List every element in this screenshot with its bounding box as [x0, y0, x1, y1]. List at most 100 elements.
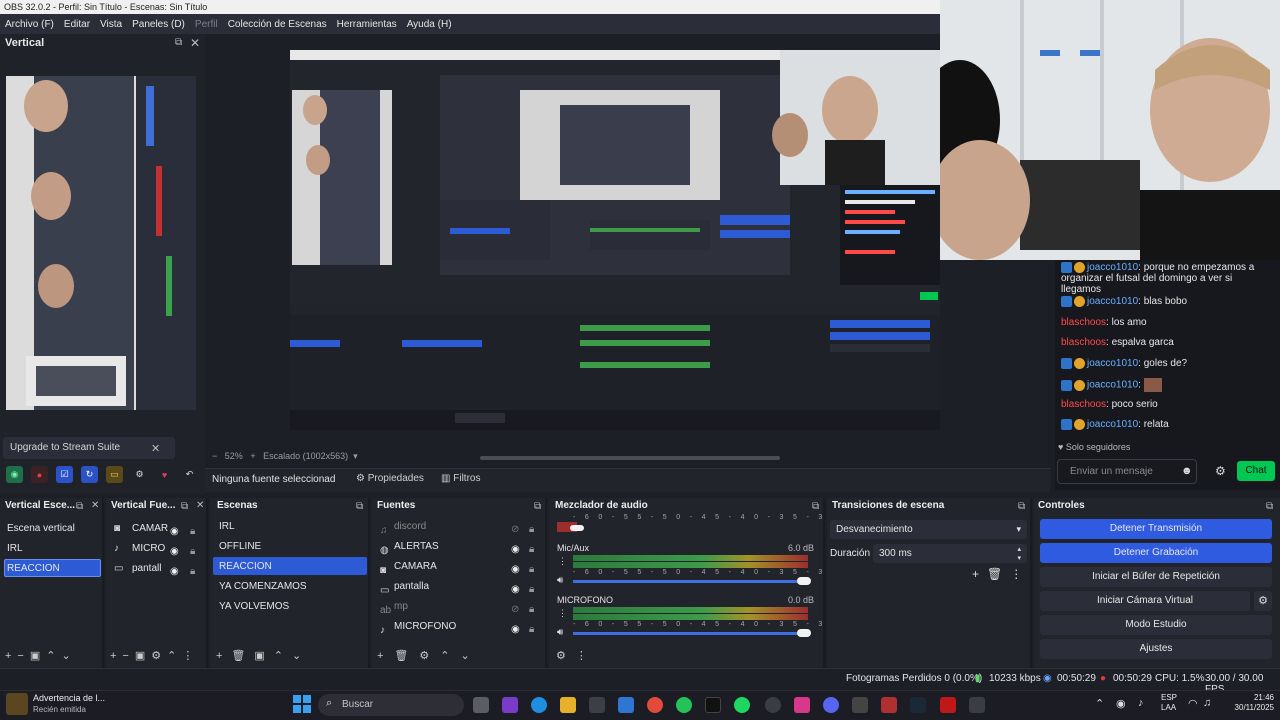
settings-button[interactable]: Ajustes [1040, 639, 1272, 659]
more-icon[interactable]: ⋮ [558, 608, 567, 619]
menu-archivo[interactable]: Archivo (F) [0, 19, 59, 30]
edge-icon[interactable] [531, 697, 547, 713]
duration-input[interactable]: 300 ms ▴ ▾ [873, 544, 1027, 563]
mixer-toolbar[interactable]: ⚙⋮ [556, 649, 597, 662]
chat-username[interactable]: blaschoos [1061, 399, 1106, 410]
whatsapp-icon[interactable] [676, 697, 692, 713]
undock-icon[interactable]: ⧉ [1018, 501, 1025, 512]
chat-username[interactable]: joacco1010 [1087, 419, 1138, 430]
notification-title[interactable]: Advertencia de l... [33, 693, 105, 703]
chat-username[interactable]: joacco1010 [1087, 358, 1138, 369]
steam-icon[interactable] [910, 697, 926, 713]
undock-icon[interactable]: ⧉ [181, 501, 188, 512]
app-icon[interactable] [852, 697, 868, 713]
preview-scrollbar[interactable] [480, 456, 780, 460]
volume-slider[interactable] [573, 632, 808, 635]
eye-icon[interactable]: ◉ [170, 526, 179, 537]
source-item[interactable]: discord [394, 521, 426, 532]
virtual-camera-button[interactable]: Iniciar Cámara Virtual [1040, 591, 1250, 611]
scene-item[interactable]: OFFLINE [219, 541, 261, 552]
more-icon[interactable]: ⋮ [558, 556, 567, 567]
tiktok-icon[interactable] [705, 697, 721, 713]
eye-icon[interactable]: ◉ [511, 624, 520, 635]
lock-icon[interactable]: 🔒︎ [190, 566, 195, 577]
vertical-scene-item[interactable]: REACCION [7, 563, 60, 574]
speaker-icon[interactable]: 🔊︎ [557, 575, 563, 586]
vertical-preview[interactable] [6, 76, 196, 410]
undock-icon[interactable]: ⧉ [356, 501, 363, 512]
undock-icon[interactable]: ⧉ [534, 501, 541, 512]
sources-toolbar[interactable]: +🗑︎⚙⌃⌄ [377, 649, 481, 662]
vertical-scene-item[interactable]: IRL [7, 543, 23, 554]
tray-chevron-icon[interactable]: ⌃ [1095, 697, 1104, 710]
notification-icon[interactable] [6, 693, 28, 715]
app-icon[interactable] [940, 697, 956, 713]
volume-icon[interactable]: ♫ [1203, 697, 1211, 709]
app-icon[interactable] [618, 697, 634, 713]
menu-vista[interactable]: Vista [95, 19, 127, 30]
volume-slider[interactable] [573, 580, 808, 583]
chevron-down-icon[interactable]: ▾ [353, 451, 358, 461]
eye-icon[interactable]: ◉ [511, 584, 520, 595]
microphone-tray-icon[interactable]: ♪ [1138, 697, 1144, 709]
heart-icon[interactable]: ♥ [156, 466, 173, 483]
app-icon[interactable] [881, 697, 897, 713]
chat-username[interactable]: joacco1010 [1087, 380, 1138, 391]
spotify-icon[interactable] [734, 697, 750, 713]
chrome-icon[interactable] [647, 697, 663, 713]
undock-icon[interactable]: ⧉ [175, 37, 182, 48]
source-item[interactable]: ALERTAS [394, 541, 439, 552]
task-view-icon[interactable] [473, 697, 489, 713]
app-icon[interactable] [969, 697, 985, 713]
taskbar-search[interactable]: Buscar [318, 694, 464, 716]
replay-buffer-button[interactable]: Iniciar el Búfer de Repetición [1040, 567, 1272, 587]
eye-icon[interactable]: ◉ [170, 566, 179, 577]
visibility-column[interactable]: ⊘ ◉ ◉ ◉ ⊘ ◉ [511, 520, 520, 640]
settings-icon[interactable]: ⚙ [131, 466, 148, 483]
eye-icon[interactable]: ◉ [170, 546, 179, 557]
volume-slider-handle[interactable] [797, 629, 811, 637]
scene-item[interactable]: YA COMENZAMOS [219, 581, 307, 592]
language-indicator[interactable]: ESP LAA [1161, 693, 1177, 713]
source-item[interactable]: CAMARA [394, 561, 437, 572]
hidden-eye-icon[interactable]: ⊘ [511, 524, 519, 535]
scene-item[interactable]: IRL [219, 521, 235, 532]
vertical-source-item[interactable]: MICRO [132, 543, 165, 554]
zoom-in-icon[interactable]: + [250, 451, 255, 461]
obs-icon[interactable] [765, 697, 781, 713]
lock-icon[interactable]: 🔒︎ [529, 564, 534, 575]
file-explorer-icon[interactable] [560, 697, 576, 713]
menu-editar[interactable]: Editar [59, 19, 95, 30]
vertical-scenes-toolbar[interactable]: +−▣⌃⌄ [5, 649, 77, 662]
scenes-toolbar[interactable]: +🗑︎▣⌃⌄ [216, 649, 310, 662]
chat-username[interactable]: blaschoos [1061, 337, 1106, 348]
undock-icon[interactable]: ⧉ [812, 501, 819, 512]
upgrade-banner[interactable]: Upgrade to Stream Suite [3, 437, 175, 459]
menu-coleccion[interactable]: Colección de Escenas [223, 19, 332, 30]
lock-icon[interactable]: 🔒︎ [190, 546, 195, 557]
virtual-camera-settings-icon[interactable]: ⚙ [1254, 591, 1272, 611]
chat-username[interactable]: joacco1010 [1087, 262, 1138, 273]
menu-herramientas[interactable]: Herramientas [332, 19, 402, 30]
zoom-out-icon[interactable]: − [212, 451, 217, 461]
undock-icon[interactable]: ⧉ [76, 501, 83, 512]
vertical-scene-item[interactable]: Escena vertical [7, 523, 75, 534]
transitions-toolbar[interactable]: +🗑︎⋮ [972, 567, 1030, 581]
chat-send-button[interactable]: Chat [1237, 461, 1275, 481]
close-icon[interactable]: ✕ [91, 500, 99, 511]
record-icon[interactable]: ● [31, 466, 48, 483]
undock-icon[interactable]: ⧉ [1266, 501, 1273, 512]
stream-icon[interactable]: ◉ [6, 466, 23, 483]
eye-icon[interactable]: ◉ [511, 544, 520, 555]
lock-icon[interactable]: 🔒︎ [529, 624, 534, 635]
close-icon[interactable]: ✕ [190, 36, 200, 50]
close-banner-icon[interactable]: ✕ [151, 442, 160, 455]
stop-recording-button[interactable]: Detener Grabación [1040, 543, 1272, 563]
folder-icon[interactable]: ▭ [106, 466, 123, 483]
studio-mode-button[interactable]: Modo Estudio [1040, 615, 1272, 635]
lock-icon[interactable]: 🔒︎ [190, 526, 195, 537]
visibility-column[interactable]: ◉ ◉ ◉ [170, 522, 179, 582]
menu-perfil[interactable]: Perfil [190, 19, 223, 30]
properties-button[interactable]: ⚙ Propiedades [356, 473, 424, 484]
stop-streaming-button[interactable]: Detener Transmisión [1040, 519, 1272, 539]
